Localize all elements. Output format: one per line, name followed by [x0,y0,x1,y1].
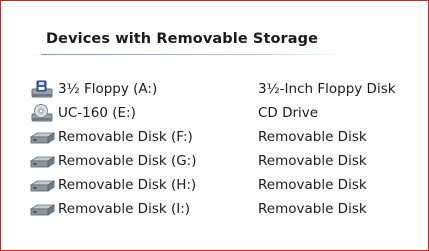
device-name: Removable Disk (F:) [58,129,193,145]
device-type: Removable Disk [258,177,367,193]
device-item-removable-h[interactable]: Removable Disk (H:) Removable Disk [28,174,418,198]
device-item-removable-f[interactable]: Removable Disk (F:) Removable Disk [28,126,418,150]
device-item-removable-g[interactable]: Removable Disk (G:) Removable Disk [28,150,418,174]
device-name: 3½ Floppy (A:) [58,81,158,97]
device-item-floppy-a[interactable]: 3½ Floppy (A:) 3½-Inch Floppy Disk [28,78,418,102]
device-type: CD Drive [258,105,319,121]
device-type: Removable Disk [258,201,367,217]
device-type: Removable Disk [258,153,367,169]
device-item-removable-i[interactable]: Removable Disk (I:) Removable Disk [28,198,418,222]
device-name: Removable Disk (I:) [58,201,191,217]
removable-disk-icon [28,200,56,220]
removable-disk-icon [28,176,56,196]
device-type: Removable Disk [258,129,367,145]
device-item-cd-e[interactable]: UC-160 (E:) CD Drive [28,102,418,126]
cd-drive-icon [28,104,56,124]
device-name: Removable Disk (H:) [58,177,197,193]
device-name: Removable Disk (G:) [58,153,197,169]
floppy-drive-icon [28,80,56,100]
removable-disk-icon [28,128,56,148]
device-name: UC-160 (E:) [58,105,136,121]
removable-disk-icon [28,152,56,172]
device-type: 3½-Inch Floppy Disk [258,81,396,97]
group-divider [41,54,346,55]
group-header: Devices with Removable Storage [24,28,346,56]
group-title: Devices with Removable Storage [46,31,319,47]
